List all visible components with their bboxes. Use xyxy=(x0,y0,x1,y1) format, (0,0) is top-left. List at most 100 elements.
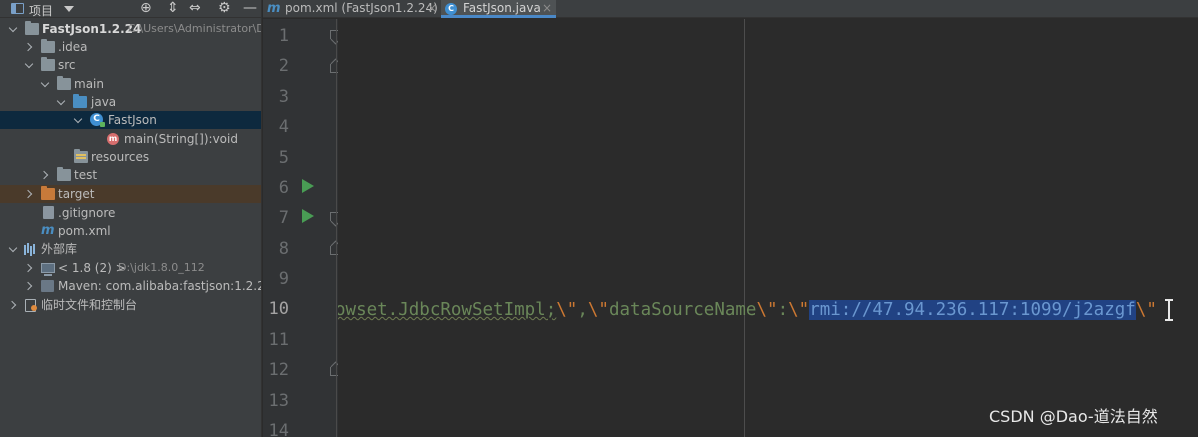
source-folder-icon xyxy=(73,94,87,108)
line-number: 12 xyxy=(268,360,289,380)
chevron-down-icon[interactable] xyxy=(9,20,19,38)
line-number: 6 xyxy=(278,178,289,198)
tree-item-maven-fastjson[interactable]: Maven: com.alibaba:fastjson:1.2.24 xyxy=(0,277,262,295)
selected-text[interactable]: rmi://47.94.236.117:1099/j2azgf xyxy=(809,300,1136,320)
tree-item-label: src xyxy=(58,58,76,72)
tree-item-target[interactable]: target xyxy=(0,185,261,203)
folder-icon xyxy=(41,39,55,53)
chevron-down-icon[interactable] xyxy=(9,240,19,258)
chevron-right-icon[interactable] xyxy=(41,166,51,184)
editor-scrollbar[interactable] xyxy=(1186,19,1198,437)
jdk-icon xyxy=(41,263,55,276)
project-panel-title[interactable]: 项目 xyxy=(29,2,53,19)
chevron-down-icon[interactable] xyxy=(74,111,84,129)
class-icon: C xyxy=(90,113,105,127)
escape-sequence: \" xyxy=(556,300,578,320)
tab-pom-xml[interactable]: m pom.xml (FastJson1.2.24) × xyxy=(263,0,440,18)
locate-icon[interactable]: ⊕ xyxy=(140,0,152,16)
tree-item-label: resources xyxy=(91,150,150,164)
tree-item-label: Maven: com.alibaba:fastjson:1.2.24 xyxy=(58,279,262,293)
excluded-folder-icon xyxy=(41,186,55,200)
line-number: 8 xyxy=(278,239,289,259)
expand-all-icon[interactable]: ⇕ xyxy=(167,0,179,16)
tree-item-pom[interactable]: m pom.xml xyxy=(0,222,261,240)
scratches-icon xyxy=(24,298,37,312)
tree-item-label: .gitignore xyxy=(58,206,116,220)
tree-item-main[interactable]: main xyxy=(0,75,261,93)
editor-gutter: 1 2 3 4 5 6 7 8 9 10 11 12 13 14 xyxy=(263,19,343,437)
code-line-10[interactable]: owset.JdbcRowSetImpl;\",\"dataSourceName… xyxy=(338,298,1157,322)
project-view-icon xyxy=(11,3,24,14)
maven-library-icon xyxy=(41,280,54,292)
tree-item-project-root[interactable]: FastJson1.2.24 C:\Users\Administrator\D xyxy=(0,20,262,38)
project-panel-header: 项目 ⊕ ⇕ ⇔ ⚙ — xyxy=(0,0,261,19)
code-string: owset.JdbcRowSetImpl; xyxy=(338,300,557,320)
chevron-right-icon[interactable] xyxy=(25,277,35,295)
right-margin-guide xyxy=(744,19,745,437)
tree-item-label: main(String[]):void xyxy=(124,132,238,146)
line-number-current: 10 xyxy=(268,299,289,319)
tree-item-label: FastJson xyxy=(108,113,157,127)
editor-tab-bar: m pom.xml (FastJson1.2.24) × C FastJson.… xyxy=(263,0,1198,18)
tree-item-resources[interactable]: resources xyxy=(0,148,261,166)
fold-guide-line xyxy=(336,19,337,437)
tab-label: FastJson.java xyxy=(463,1,541,15)
chevron-right-icon[interactable] xyxy=(25,38,35,56)
line-number: 4 xyxy=(278,117,289,137)
tree-item-test[interactable]: test xyxy=(0,166,261,184)
code-string: , xyxy=(577,300,588,320)
line-number: 14 xyxy=(268,421,289,437)
tab-label: pom.xml (FastJson1.2.24) xyxy=(285,1,438,15)
line-number: 11 xyxy=(268,330,289,350)
run-class-icon[interactable] xyxy=(302,179,314,193)
tree-item-java[interactable]: java xyxy=(0,93,261,111)
chevron-down-icon[interactable] xyxy=(25,56,35,74)
folder-icon xyxy=(41,57,55,71)
tree-item-external-libraries[interactable]: 外部库 xyxy=(0,240,261,258)
close-icon[interactable]: × xyxy=(542,0,552,17)
chevron-right-icon[interactable] xyxy=(9,296,19,314)
project-path-hint: C:\Users\Administrator\D xyxy=(128,22,262,35)
tree-item-jdk[interactable]: < 1.8 (2) > D:\jdk1.8.0_112 xyxy=(0,259,261,277)
line-number: 5 xyxy=(278,148,289,168)
project-tool-window: 项目 ⊕ ⇕ ⇔ ⚙ — FastJson1.2.24 C:\Users\Adm… xyxy=(0,0,262,437)
minimize-icon[interactable]: — xyxy=(243,0,257,16)
line-number: 9 xyxy=(278,269,289,289)
chevron-down-icon[interactable] xyxy=(41,75,51,93)
watermark: CSDN @Dao-道法自然 xyxy=(989,407,1158,426)
tree-item-label: 外部库 xyxy=(41,242,78,256)
line-number: 7 xyxy=(278,208,289,228)
module-folder-icon xyxy=(25,21,39,35)
tree-item-idea[interactable]: .idea xyxy=(0,38,261,56)
jdk-path-hint: D:\jdk1.8.0_112 xyxy=(118,261,205,274)
tree-item-label: .idea xyxy=(58,40,88,54)
code-string: dataSourceName xyxy=(608,300,757,320)
tab-fastjson-java[interactable]: C FastJson.java × xyxy=(441,0,556,18)
chevron-right-icon[interactable] xyxy=(25,185,35,203)
line-number: 3 xyxy=(278,87,289,107)
run-main-icon[interactable] xyxy=(302,209,314,223)
tree-item-scratches[interactable]: 临时文件和控制台 xyxy=(0,296,261,314)
tree-item-label: 临时文件和控制台 xyxy=(41,298,138,312)
line-number: 2 xyxy=(278,56,289,76)
gear-icon[interactable]: ⚙ xyxy=(218,0,231,16)
tree-item-label: test xyxy=(74,168,98,182)
tree-item-label: pom.xml xyxy=(58,224,111,238)
chevron-right-icon[interactable] xyxy=(25,259,35,277)
text-cursor-icon xyxy=(1165,299,1173,321)
tree-item-label: main xyxy=(74,77,104,91)
method-icon: m xyxy=(107,133,119,145)
close-icon[interactable]: × xyxy=(427,0,437,17)
code-editor[interactable]: owset.JdbcRowSetImpl;\",\"dataSourceName… xyxy=(338,19,1198,437)
collapse-all-icon[interactable]: ⇔ xyxy=(189,0,201,16)
escape-sequence: \" xyxy=(788,300,810,320)
chevron-down-icon[interactable] xyxy=(57,93,67,111)
libraries-icon xyxy=(24,243,37,255)
tree-item-src[interactable]: src xyxy=(0,56,261,74)
escape-sequence: \" xyxy=(587,300,609,320)
tree-item-gitignore[interactable]: .gitignore xyxy=(0,204,261,222)
tree-item-main-method[interactable]: m main(String[]):void xyxy=(0,130,261,148)
chevron-down-icon[interactable] xyxy=(64,6,74,12)
file-icon xyxy=(43,206,54,219)
tree-item-fastjson-class[interactable]: C FastJson xyxy=(0,111,261,129)
